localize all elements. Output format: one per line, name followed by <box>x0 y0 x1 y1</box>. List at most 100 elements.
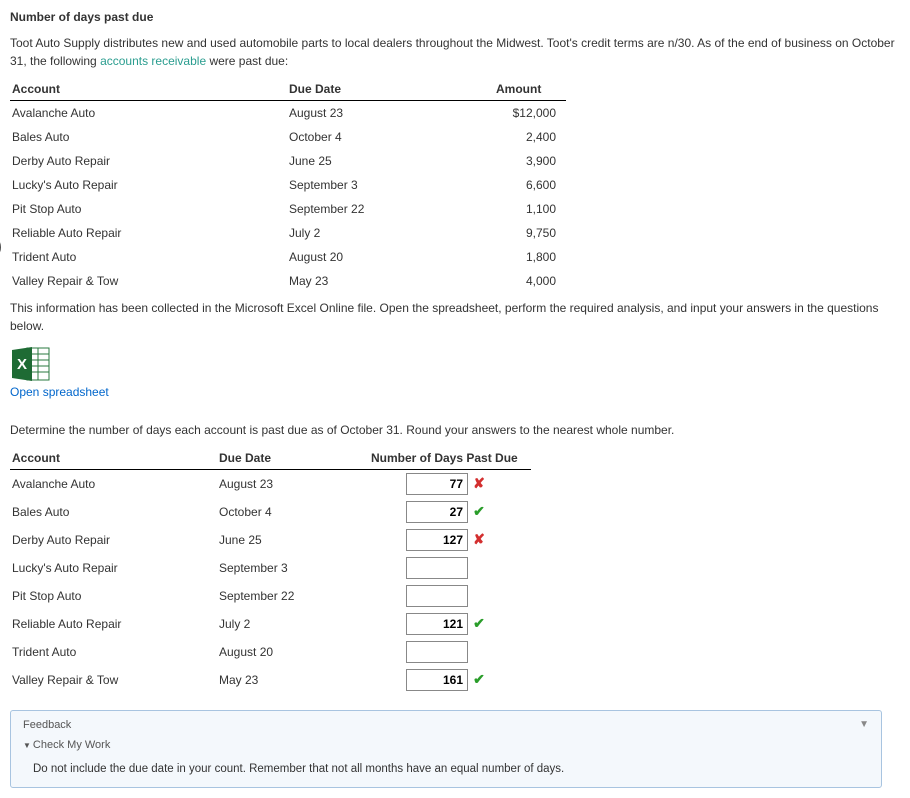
cell-due-date: August 23 <box>287 101 494 126</box>
table-row: Derby Auto RepairJune 253,900 <box>10 149 566 173</box>
cell-account: Reliable Auto Repair <box>10 221 287 245</box>
feedback-label: Feedback <box>23 719 71 731</box>
triangle-down-icon: ▼ <box>23 741 31 750</box>
intro-paragraph: Toot Auto Supply distributes new and use… <box>10 34 900 70</box>
cell-due-date: October 4 <box>217 498 369 526</box>
cross-icon: ✘ <box>472 475 486 492</box>
days-past-due-input[interactable] <box>406 529 468 551</box>
cross-icon: ✘ <box>472 531 486 548</box>
cell-due-date: September 22 <box>287 197 494 221</box>
cell-account: Lucky's Auto Repair <box>10 173 287 197</box>
cell-account: Pit Stop Auto <box>10 582 217 610</box>
cell-due-date: August 20 <box>217 638 369 666</box>
cell-amount: 1,800 <box>494 245 566 269</box>
feedback-body-text: Do not include the due date in your coun… <box>11 755 881 787</box>
cell-due-date: May 23 <box>287 269 494 293</box>
cell-due-date: June 25 <box>217 526 369 554</box>
days-past-due-input[interactable] <box>406 613 468 635</box>
cell-due-date: October 4 <box>287 125 494 149</box>
cell-account: Pit Stop Auto <box>10 197 287 221</box>
table-row: Valley Repair & TowMay 23 ✔ <box>10 666 531 694</box>
table-row: Trident AutoAugust 20 <box>10 638 531 666</box>
table-row: Trident AutoAugust 201,800 <box>10 245 566 269</box>
cell-answer <box>369 638 531 666</box>
table-row: Bales AutoOctober 4✔ <box>10 498 531 526</box>
days-past-due-input[interactable] <box>406 557 468 579</box>
table-row: Lucky's Auto RepairSeptember 3 <box>10 554 531 582</box>
table-row: Reliable Auto RepairJuly 2 ✔ <box>10 610 531 638</box>
th2-account: Account <box>10 447 217 470</box>
table-row: Avalanche AutoAugust 23$12,000 <box>10 101 566 126</box>
intro-text-post: were past due: <box>206 54 288 68</box>
cell-due-date: September 3 <box>287 173 494 197</box>
cell-account: Lucky's Auto Repair <box>10 554 217 582</box>
days-past-due-input[interactable] <box>406 585 468 607</box>
cell-due-date: August 20 <box>287 245 494 269</box>
receivables-table: Account Due Date Amount Avalanche AutoAu… <box>10 78 566 293</box>
cell-amount: 3,900 <box>494 149 566 173</box>
th2-days-past-due: Number of Days Past Due <box>369 447 531 470</box>
cell-answer: ✔ <box>369 610 531 638</box>
cell-account: Derby Auto Repair <box>10 526 217 554</box>
svg-text:X: X <box>17 356 27 373</box>
check-icon: ✔ <box>472 615 486 632</box>
answer-table: Account Due Date Number of Days Past Due… <box>10 447 531 694</box>
check-my-work-toggle[interactable]: ▼Check My Work <box>11 739 881 755</box>
cell-answer <box>369 554 531 582</box>
cell-answer: ✘ <box>369 526 531 554</box>
cell-due-date: September 3 <box>217 554 369 582</box>
days-past-due-input[interactable] <box>406 641 468 663</box>
cell-amount: 1,100 <box>494 197 566 221</box>
accounts-receivable-link[interactable]: accounts receivable <box>100 54 206 68</box>
table-row: Lucky's Auto RepairSeptember 36,600 <box>10 173 566 197</box>
cell-due-date: September 22 <box>217 582 369 610</box>
cell-amount: 4,000 <box>494 269 566 293</box>
cell-account: Derby Auto Repair <box>10 149 287 173</box>
cell-account: Bales Auto <box>10 125 287 149</box>
cell-amount: $12,000 <box>494 101 566 126</box>
answer-instruction: Determine the number of days each accoun… <box>10 423 900 437</box>
cell-due-date: July 2 <box>287 221 494 245</box>
cell-due-date: June 25 <box>287 149 494 173</box>
days-past-due-input[interactable] <box>406 669 468 691</box>
chevron-down-icon: ▼ <box>859 719 869 730</box>
table-row: Reliable Auto RepairJuly 29,750 <box>10 221 566 245</box>
cell-due-date: August 23 <box>217 470 369 499</box>
cell-answer: ✘ <box>369 470 531 499</box>
th-account: Account <box>10 78 287 101</box>
cell-answer <box>369 582 531 610</box>
cell-amount: 6,600 <box>494 173 566 197</box>
cell-account: Avalanche Auto <box>10 101 287 126</box>
th-amount: Amount <box>494 78 566 101</box>
decorative-paren: ) <box>0 236 2 257</box>
check-my-work-label: Check My Work <box>33 739 110 751</box>
cell-answer: ✔ <box>369 498 531 526</box>
feedback-panel: Feedback ▼ ▼Check My Work Do not include… <box>10 710 882 788</box>
cell-account: Reliable Auto Repair <box>10 610 217 638</box>
table-row: Bales AutoOctober 42,400 <box>10 125 566 149</box>
cell-account: Avalanche Auto <box>10 470 217 499</box>
days-past-due-input[interactable] <box>406 501 468 523</box>
cell-due-date: July 2 <box>217 610 369 638</box>
th-due-date: Due Date <box>287 78 494 101</box>
cell-answer: ✔ <box>369 666 531 694</box>
cell-amount: 2,400 <box>494 125 566 149</box>
cell-account: Trident Auto <box>10 245 287 269</box>
excel-instruction-text: This information has been collected in t… <box>10 299 900 335</box>
cell-account: Valley Repair & Tow <box>10 269 287 293</box>
days-past-due-input[interactable] <box>406 473 468 495</box>
excel-icon: X <box>10 345 52 383</box>
table-row: Pit Stop AutoSeptember 221,100 <box>10 197 566 221</box>
table-row: Derby Auto RepairJune 25 ✘ <box>10 526 531 554</box>
open-spreadsheet-link[interactable]: Open spreadsheet <box>10 385 109 399</box>
page-title: Number of days past due <box>10 10 900 24</box>
check-icon: ✔ <box>472 671 486 688</box>
cell-amount: 9,750 <box>494 221 566 245</box>
table-row: Avalanche AutoAugust 23 ✘ <box>10 470 531 499</box>
cell-account: Bales Auto <box>10 498 217 526</box>
table-row: Pit Stop AutoSeptember 22 <box>10 582 531 610</box>
cell-account: Valley Repair & Tow <box>10 666 217 694</box>
cell-due-date: May 23 <box>217 666 369 694</box>
feedback-header[interactable]: Feedback ▼ <box>11 711 881 739</box>
cell-account: Trident Auto <box>10 638 217 666</box>
